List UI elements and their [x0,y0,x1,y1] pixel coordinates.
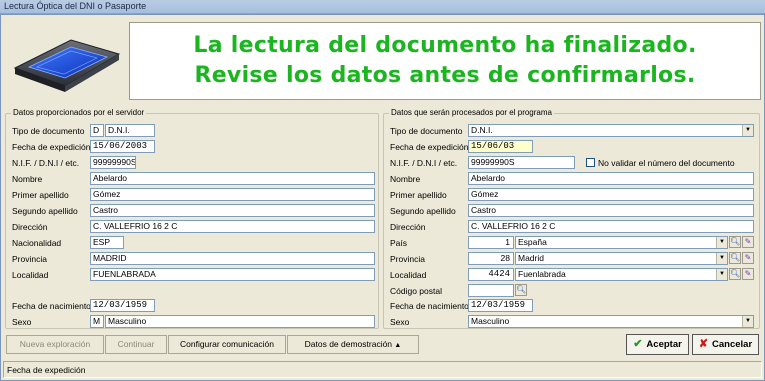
sexo-field[interactable]: Masculino [105,315,375,328]
label-pais: País [390,238,408,248]
nombre-input[interactable]: Abelardo [468,172,754,185]
program-data-legend: Datos que serán procesados por el progra… [389,108,554,117]
label-nif: N.I.F. / D.N.I / etc. [12,158,80,168]
search-icon[interactable]: 🔍︎ [729,268,741,280]
no-validar-checkbox[interactable] [586,158,595,167]
tipo-documento-select[interactable]: D.N.I. ▼ [468,124,754,137]
label-primer-apellido: Primer apellido [12,190,69,200]
pais-select-value: España [518,237,547,247]
provincia-select[interactable]: Madrid ▼ [515,252,728,265]
provincia-code-input[interactable]: 28 [468,252,514,265]
fecha-expedicion-input[interactable]: 15/06/03 [468,140,533,153]
configurar-comunicacion-button[interactable]: Configurar comunicación [168,335,286,354]
main-window: La lectura del documento ha finalizado. … [0,14,765,381]
chevron-down-icon[interactable]: ▼ [716,237,727,248]
label-provincia: Provincia [12,254,47,264]
sexo-select[interactable]: Masculino ▼ [468,315,754,328]
label-tipo-documento: Tipo de documento [12,126,85,136]
label-sexo: Sexo [12,317,32,327]
caret-up-icon: ▲ [394,342,402,349]
chevron-down-icon[interactable]: ▼ [742,316,753,327]
search-icon[interactable]: 🔍︎ [729,236,741,248]
tipo-documento-field[interactable]: D.N.I. [105,124,155,137]
chevron-down-icon[interactable]: ▼ [716,269,727,280]
primer-apellido-input[interactable]: Gómez [468,188,754,201]
fecha-nacimiento-field[interactable]: 12/03/1959 [90,299,155,312]
aceptar-label: Aceptar [646,339,682,350]
label-nacionalidad: Nacionalidad [12,238,62,248]
label-tipo-documento-r: Tipo de documento [390,126,463,136]
localidad-code-input[interactable]: 4424 [468,268,514,281]
close-icon: ✘ [698,338,709,350]
no-validar-label[interactable]: No validar el número del documento [598,158,735,168]
fecha-nacimiento-input[interactable]: 12/03/1959 [468,299,533,312]
label-localidad-r: Localidad [390,270,427,280]
pais-select[interactable]: España ▼ [515,236,728,249]
label-nif-r: N.I.F. / D.N.I / etc. [390,158,458,168]
sexo-code-field[interactable]: M [90,315,104,328]
nif-field[interactable]: 99999990S [90,156,136,169]
label-fecha-expedicion-r: Fecha de expedición [390,142,469,152]
direccion-input[interactable]: C. VALLEFRIO 16 2 C [468,220,754,233]
codigo-postal-input[interactable] [468,284,514,297]
window-title: Lectura Óptica del DNI o Pasaporte [4,1,147,11]
localidad-field[interactable]: FUENLABRADA [90,268,375,281]
status-text: Fecha de expedición [7,365,86,375]
nombre-field[interactable]: Abelardo [90,172,375,185]
check-icon: ✔ [633,338,643,350]
edit-document-icon[interactable]: ✎ [742,268,754,280]
status-banner: La lectura del documento ha finalizado. … [129,22,761,100]
title-bar: Lectura Óptica del DNI o Pasaporte [0,0,765,14]
edit-document-icon[interactable]: ✎ [742,252,754,264]
label-segundo-apellido-r: Segundo apellido [390,206,456,216]
nif-input[interactable]: 99999990S [468,156,575,169]
label-nombre: Nombre [12,174,43,184]
tipo-documento-select-value: D.N.I. [471,125,493,135]
server-data-legend: Datos proporcionados por el servidor [11,108,147,117]
label-direccion-r: Dirección [390,222,426,232]
datos-demostracion-button[interactable]: Datos de demostración ▲ [287,335,419,354]
label-direccion: Dirección [12,222,48,232]
label-fecha-nacimiento: Fecha de nacimiento [12,301,91,311]
cancelar-label: Cancelar [712,339,753,350]
fecha-expedicion-field[interactable]: 15/06/2003 [90,140,155,153]
label-provincia-r: Provincia [390,254,425,264]
nacionalidad-field[interactable]: ESP [90,236,124,249]
continuar-button[interactable]: Continuar [105,335,167,354]
nueva-exploracion-button[interactable]: Nueva exploración [6,335,104,354]
chevron-down-icon[interactable]: ▼ [742,125,753,136]
label-codigo-postal: Código postal [390,286,442,296]
search-icon[interactable]: 🔍︎ [729,252,741,264]
status-bar: Fecha de expedición [3,361,762,378]
aceptar-button[interactable]: ✔ Aceptar [626,334,689,355]
label-sexo-r: Sexo [390,317,410,327]
label-fecha-nacimiento-r: Fecha de nacimiento [390,301,469,311]
banner-line-1: La lectura del documento ha finalizado. [193,33,697,58]
label-localidad: Localidad [12,270,49,280]
label-primer-apellido-r: Primer apellido [390,190,447,200]
segundo-apellido-field[interactable]: Castro [90,204,375,217]
tipo-documento-code-field[interactable]: D [90,124,104,137]
sexo-select-value: Masculino [471,316,510,326]
cancelar-button[interactable]: ✘ Cancelar [692,334,759,355]
edit-document-icon[interactable]: ✎ [742,236,754,248]
label-segundo-apellido: Segundo apellido [12,206,78,216]
direccion-field[interactable]: C. VALLEFRIO 16 2 C [90,220,375,233]
primer-apellido-field[interactable]: Gómez [90,188,375,201]
datos-demostracion-label: Datos de demostración [304,339,393,349]
segundo-apellido-input[interactable]: Castro [468,204,754,217]
search-icon[interactable]: 🔍︎ [515,284,527,296]
scanner-icon [13,39,121,92]
banner-line-2: Revise los datos antes de confirmarlos. [194,63,696,88]
provincia-select-value: Madrid [518,253,544,263]
label-nombre-r: Nombre [390,174,421,184]
provincia-field[interactable]: MADRID [90,252,375,265]
chevron-down-icon[interactable]: ▼ [716,253,727,264]
label-fecha-expedicion: Fecha de expedición [12,142,91,152]
pais-code-input[interactable]: 1 [468,236,514,249]
localidad-select-value: Fuenlabrada [518,269,566,279]
localidad-select[interactable]: Fuenlabrada ▼ [515,268,728,281]
